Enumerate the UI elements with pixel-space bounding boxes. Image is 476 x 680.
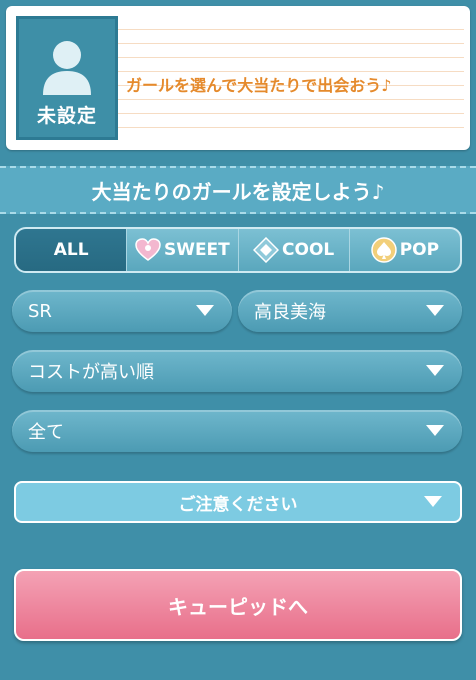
chevron-down-icon bbox=[424, 496, 442, 507]
tab-cool[interactable]: COOL bbox=[237, 229, 349, 271]
section-banner: 大当たりのガールを設定しよう♪ bbox=[0, 166, 476, 214]
heart-icon bbox=[135, 238, 161, 262]
cupid-button-label: キューピッドへ bbox=[168, 594, 308, 619]
caution-dropdown[interactable]: ご注意ください bbox=[14, 481, 462, 523]
caution-label: ご注意ください bbox=[178, 494, 298, 515]
tab-all[interactable]: ALL bbox=[16, 229, 127, 271]
tab-pop-label: POP bbox=[399, 240, 440, 260]
chevron-down-icon bbox=[196, 305, 214, 316]
tab-sweet-label: SWEET bbox=[163, 240, 230, 260]
girl-select-value: 高良美海 bbox=[254, 302, 326, 323]
girl-card: 未設定 ガールを選んで大当たりで出会おう♪ bbox=[6, 6, 470, 150]
chevron-down-icon bbox=[426, 365, 444, 376]
type-tabs: ALL SWEET COOL POP bbox=[14, 227, 462, 273]
sort-select[interactable]: コストが高い順 bbox=[12, 350, 462, 392]
spade-icon bbox=[370, 237, 397, 263]
category-select[interactable]: 全て bbox=[12, 410, 462, 452]
tab-pop[interactable]: POP bbox=[348, 229, 460, 271]
category-select-value: 全て bbox=[28, 422, 64, 443]
sort-select-value: コストが高い順 bbox=[28, 362, 154, 383]
chevron-down-icon bbox=[426, 425, 444, 436]
rarity-select-value: SR bbox=[28, 300, 52, 322]
rarity-select[interactable]: SR bbox=[12, 290, 232, 332]
avatar[interactable]: 未設定 bbox=[16, 16, 118, 140]
girl-select[interactable]: 高良美海 bbox=[238, 290, 462, 332]
chevron-down-icon bbox=[426, 305, 444, 316]
person-silhouette-icon bbox=[43, 41, 91, 95]
avatar-label: 未設定 bbox=[36, 105, 97, 127]
tab-cool-label: COOL bbox=[282, 240, 335, 260]
diamond-icon bbox=[253, 237, 280, 263]
tab-sweet[interactable]: SWEET bbox=[126, 229, 237, 271]
go-to-cupid-button[interactable]: キューピッドへ bbox=[14, 569, 462, 641]
card-message: ガールを選んで大当たりで出会おう♪ bbox=[126, 76, 392, 95]
tab-all-label: ALL bbox=[53, 240, 89, 260]
